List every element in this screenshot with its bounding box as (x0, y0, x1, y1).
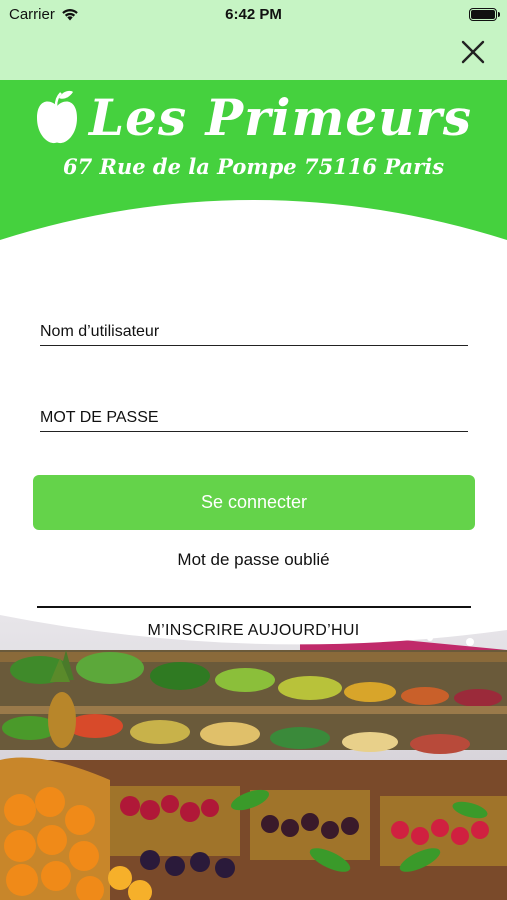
username-field[interactable] (40, 308, 468, 346)
produce-market-image (0, 610, 507, 900)
signup-link[interactable]: M’INSCRIRE AUJOURD’HUI (0, 622, 507, 640)
username-input[interactable] (40, 308, 468, 345)
brand-header: Les Primeurs 67 Rue de la Pompe 75116 Pa… (0, 80, 507, 250)
apple-icon (36, 90, 77, 144)
password-input[interactable] (40, 394, 468, 431)
close-icon (461, 40, 485, 64)
brand-logo: Les Primeurs (0, 82, 507, 152)
forgot-password-link[interactable]: Mot de passe oublié (0, 550, 507, 570)
store-address: 67 Rue de la Pompe 75116 Paris (62, 154, 445, 179)
signup-divider (37, 606, 471, 608)
brand-name: Les Primeurs (88, 87, 473, 147)
top-bar: Carrier 6:42 PM (0, 0, 507, 80)
battery-icon (469, 8, 500, 21)
login-button[interactable]: Se connecter (33, 475, 475, 530)
password-field[interactable] (40, 394, 468, 432)
status-bar: Carrier 6:42 PM (0, 0, 507, 28)
close-button[interactable] (459, 38, 487, 66)
clock: 6:42 PM (225, 6, 282, 23)
